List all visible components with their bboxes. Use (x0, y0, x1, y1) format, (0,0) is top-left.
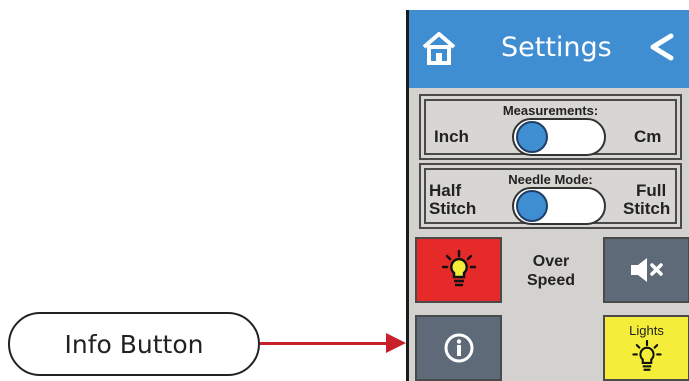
info-button[interactable] (415, 315, 502, 381)
speaker-mute-icon (630, 258, 663, 282)
lights-button[interactable]: Lights (603, 315, 689, 381)
home-icon[interactable] (421, 30, 457, 66)
callout-arrow-line (260, 342, 388, 345)
callout-arrow-head (386, 333, 406, 353)
mute-button[interactable] (603, 237, 689, 303)
needle-mode-panel: Needle Mode: Half Stitch Full Stitch (419, 163, 682, 229)
callout-label: Info Button (64, 329, 204, 359)
measurements-right-label: Cm (634, 127, 662, 146)
measurements-left-label: Inch (434, 127, 469, 146)
needle-mode-panel-inner: Needle Mode: Half Stitch Full Stitch (424, 168, 677, 225)
measurements-title: Measurements: (502, 103, 599, 118)
needle-right-label-2: Stitch (623, 199, 671, 218)
over-speed-line2: Speed (526, 272, 575, 289)
needle-left-label-1: Half (429, 181, 462, 200)
device-screen: Settings Measurements: Inch Cm Needle Mo… (406, 10, 689, 381)
light-toggle-button[interactable] (415, 237, 502, 303)
measurements-panel-inner: Measurements: Inch Cm (424, 99, 677, 156)
measurements-toggle-knob (516, 121, 548, 153)
lights-label: Lights (629, 322, 664, 338)
needle-mode-toggle[interactable] (512, 187, 606, 225)
needle-right-label-1: Full (636, 181, 667, 200)
page-title: Settings (501, 32, 612, 63)
lightbulb-icon (441, 250, 476, 287)
measurements-toggle[interactable] (512, 118, 606, 156)
measurements-panel: Measurements: Inch Cm (419, 94, 682, 160)
info-button-callout: Info Button (8, 312, 260, 376)
lightbulb-icon (631, 339, 662, 371)
info-icon (444, 333, 473, 363)
needle-left-label-2: Stitch (429, 199, 477, 218)
over-speed-line1: Over (532, 253, 570, 270)
chevron-left-icon[interactable] (647, 32, 677, 62)
header-bar: Settings (409, 10, 689, 88)
over-speed-label: Over Speed (520, 252, 582, 290)
needle-mode-toggle-knob (516, 190, 548, 222)
